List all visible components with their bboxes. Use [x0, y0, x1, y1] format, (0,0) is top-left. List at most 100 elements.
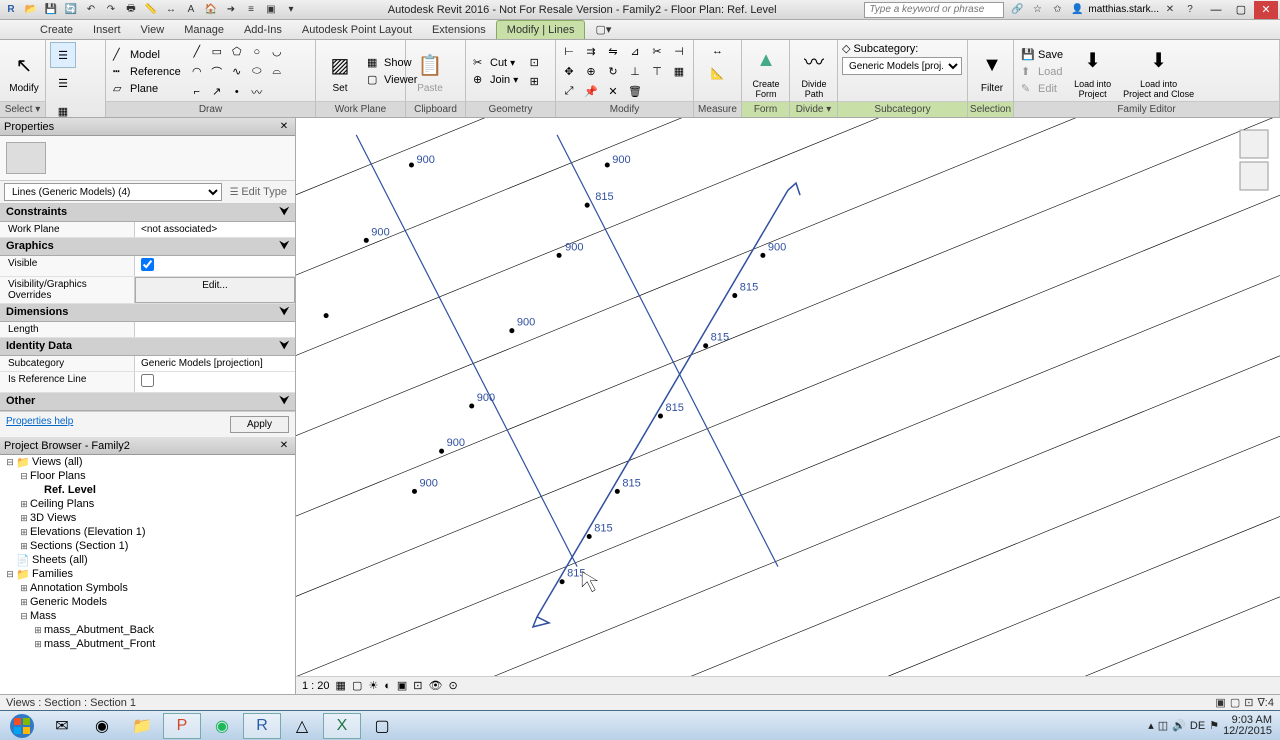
subscription-icon[interactable]: 🔗	[1008, 2, 1026, 18]
tree-sections[interactable]: ⊞Sections (Section 1)	[0, 539, 295, 553]
spline-through-tool[interactable]: 〰	[248, 83, 266, 101]
line-tool[interactable]: ╱	[188, 43, 206, 61]
print-icon[interactable]: 🖶	[122, 2, 140, 18]
load-into-project-button[interactable]: ⬇ Load into Project	[1070, 43, 1115, 101]
tree-families[interactable]: ⊟📁Families	[0, 567, 295, 581]
tree-ref-level[interactable]: Ref. Level	[0, 483, 295, 497]
maximize-button[interactable]: ▢	[1229, 1, 1253, 19]
offset-tool[interactable]: ⇉	[582, 43, 600, 61]
detail-level-icon[interactable]: ▦	[336, 679, 346, 692]
copy-tool[interactable]: ⊕	[582, 63, 600, 81]
unpin-tool[interactable]: ✕	[604, 83, 622, 101]
selection-count-icon[interactable]: ∇:4	[1257, 696, 1274, 709]
temp-hide-icon[interactable]: 👁	[429, 679, 443, 692]
trim-tool[interactable]: ⊣	[670, 43, 688, 61]
tab-modify-lines[interactable]: Modify | Lines	[496, 20, 586, 39]
exchange-icon[interactable]: ☆	[1028, 2, 1046, 18]
redo-icon[interactable]: ↷	[102, 2, 120, 18]
edit-family-button[interactable]: ✎Edit	[1018, 81, 1066, 97]
task-outlook-icon[interactable]: ✉	[43, 713, 81, 739]
rect-tool[interactable]: ▭	[208, 43, 226, 61]
view-scale[interactable]: 1 : 20	[302, 680, 330, 692]
properties-icon[interactable]: ☰	[50, 42, 76, 68]
close-views-icon[interactable]: ▣	[262, 2, 280, 18]
spline-tool[interactable]: ∿	[228, 63, 246, 81]
draw-model-button[interactable]: ╱Model	[110, 47, 184, 63]
dimension-icon[interactable]: ↔	[162, 2, 180, 18]
move-tool[interactable]: ✥	[560, 63, 578, 81]
properties-close-icon[interactable]: ✕	[277, 120, 291, 134]
tree-elevations[interactable]: ⊞Elevations (Elevation 1)	[0, 525, 295, 539]
sync-icon[interactable]: 🔄	[62, 2, 80, 18]
browser-close-icon[interactable]: ✕	[277, 439, 291, 453]
join-button[interactable]: ⊕Join ▾	[470, 72, 521, 88]
system-clock[interactable]: 9:03 AM 12/2/2015	[1223, 715, 1272, 737]
tab-point-layout[interactable]: Autodesk Point Layout	[292, 21, 422, 39]
section-graphics[interactable]: Graphics⮟	[0, 238, 295, 256]
selection-filter-icon[interactable]: ▣	[1215, 696, 1225, 709]
mirror-draw-tool[interactable]: ⊿	[626, 43, 644, 61]
tree-sheets[interactable]: 📄Sheets (all)	[0, 553, 295, 567]
task-explorer-icon[interactable]: 📁	[123, 713, 161, 739]
load-into-project-close-button[interactable]: ⬇ Load into Project and Close	[1119, 43, 1198, 101]
split-tool[interactable]: ✂	[648, 43, 666, 61]
favorite-icon[interactable]: ✩	[1048, 2, 1066, 18]
tray-arrow-icon[interactable]: ▴	[1148, 719, 1154, 732]
tray-network-icon[interactable]: ◫	[1158, 719, 1168, 732]
polygon-tool[interactable]: ⬠	[228, 43, 246, 61]
navigation-bar[interactable]	[1238, 128, 1270, 208]
shadows-icon[interactable]: ◐	[384, 680, 391, 692]
search-input[interactable]	[864, 2, 1004, 18]
tray-lang[interactable]: DE	[1190, 720, 1205, 732]
editable-only-icon[interactable]: ▢	[1230, 696, 1240, 709]
task-revit-icon[interactable]: R	[243, 713, 281, 739]
crop-region-icon[interactable]: ⊡	[413, 679, 422, 692]
measure-tool[interactable]: 📐	[698, 64, 738, 82]
tray-flag-icon[interactable]: ⚑	[1209, 719, 1219, 732]
aligned-dim-tool[interactable]: ↔	[698, 42, 738, 60]
sun-path-icon[interactable]: ☀	[368, 679, 378, 692]
tree-mass-front[interactable]: ⊞mass_Abutment_Front	[0, 637, 295, 651]
start-button[interactable]	[2, 712, 42, 740]
close2-icon[interactable]: ✕	[1161, 2, 1179, 18]
open-icon[interactable]: 📂	[22, 2, 40, 18]
cope-icon[interactable]: ⊡	[525, 53, 543, 71]
modify-button[interactable]: ↖ Modify	[4, 47, 44, 96]
point-tool[interactable]: •	[228, 83, 246, 101]
tab-insert[interactable]: Insert	[83, 21, 131, 39]
type-properties-icon[interactable]: ☰	[50, 70, 76, 96]
section-icon[interactable]: ➜	[222, 2, 240, 18]
mirror-tool[interactable]: ⇋	[604, 43, 622, 61]
tab-manage[interactable]: Manage	[174, 21, 234, 39]
text-icon[interactable]: A	[182, 2, 200, 18]
panel-label-form[interactable]: Form	[742, 101, 789, 117]
align-tool[interactable]: ⊢	[560, 43, 578, 61]
section-other[interactable]: Other⮟	[0, 393, 295, 411]
panel-label-select[interactable]: Select ▾	[0, 101, 45, 117]
tray-sound-icon[interactable]: 🔊	[1172, 719, 1186, 732]
trim2-tool[interactable]: ⊥	[626, 63, 644, 81]
tree-3d-views[interactable]: ⊞3D Views	[0, 511, 295, 525]
visible-checkbox[interactable]	[141, 258, 154, 271]
drawing-canvas[interactable]: 900900 815 900900900 815 900815 900815 9…	[296, 118, 1280, 694]
split-face-icon[interactable]: ⊞	[525, 72, 543, 90]
measure-icon[interactable]: 📏	[142, 2, 160, 18]
circle-tool[interactable]: ○	[248, 43, 266, 61]
task-excel-icon[interactable]: X	[323, 713, 361, 739]
tab-extensions[interactable]: Extensions	[422, 21, 496, 39]
edit-type-button[interactable]: ☰ Edit Type	[226, 186, 291, 198]
undo-icon[interactable]: ↶	[82, 2, 100, 18]
ellipse-tool[interactable]: ⬭	[248, 63, 266, 81]
task-autodesk-icon[interactable]: △	[283, 713, 321, 739]
minimize-button[interactable]: —	[1204, 1, 1228, 19]
draw-plane-button[interactable]: ▱Plane	[110, 81, 184, 97]
create-form-button[interactable]: ▲ Create Form	[746, 43, 786, 101]
section-constraints[interactable]: Constraints⮟	[0, 204, 295, 222]
tab-addins[interactable]: Add-Ins	[234, 21, 292, 39]
crop-view-icon[interactable]: ▣	[397, 679, 407, 692]
task-misc-icon[interactable]: ▢	[363, 713, 401, 739]
subcategory-select[interactable]: Generic Models [proj...	[842, 57, 962, 75]
help-icon[interactable]: ?	[1181, 2, 1199, 18]
fillet-tool[interactable]: ⌐	[188, 83, 206, 101]
tab-extra[interactable]: ▢▾	[585, 20, 621, 39]
